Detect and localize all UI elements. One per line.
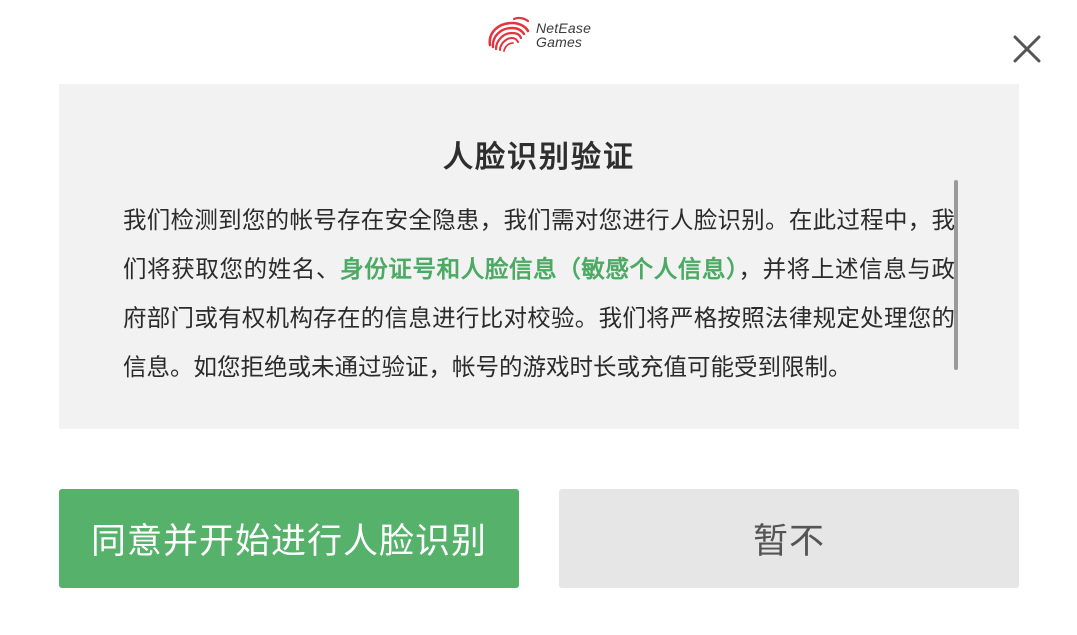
notice-panel: 人脸识别验证 我们检测到您的帐号存在安全隐患，我们需对您进行人脸识别。在此过程中… bbox=[59, 84, 1019, 429]
notice-scrollbar[interactable] bbox=[954, 180, 958, 370]
logo-text-games: Games bbox=[536, 34, 583, 50]
netease-games-logo: NetEase Games bbox=[484, 14, 600, 56]
netease-logo-icon bbox=[488, 16, 530, 52]
face-verification-dialog: NetEase Games 人脸识别验证 我们检测到您的帐号存在安全隐患，我们需… bbox=[0, 0, 1077, 635]
not-now-button[interactable]: 暂不 bbox=[559, 489, 1019, 588]
close-icon bbox=[1013, 35, 1041, 63]
close-button[interactable] bbox=[1008, 30, 1046, 68]
notice-text[interactable]: 我们检测到您的帐号存在安全隐患，我们需对您进行人脸识别。在此过程中，我们将获取您… bbox=[123, 196, 955, 410]
logo-text-netease: NetEase bbox=[536, 20, 592, 36]
logo-wordmark: NetEase Games bbox=[536, 21, 591, 49]
agree-start-face-recognition-button[interactable]: 同意并开始进行人脸识别 bbox=[59, 489, 519, 588]
notice-text-sensitive-info: 身份证号和人脸信息（敏感个人信息） bbox=[340, 255, 739, 283]
dialog-title: 人脸识别验证 bbox=[443, 140, 635, 175]
